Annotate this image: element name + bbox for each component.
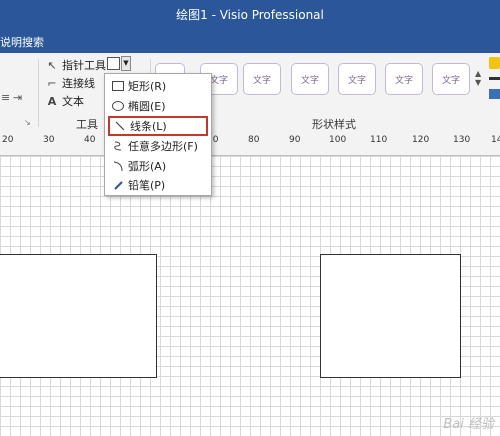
shape-style-button[interactable]: 文字 [291, 63, 329, 95]
text-tool-label: 文本 [62, 95, 84, 108]
rectangle-shape-right[interactable] [320, 254, 461, 378]
menu-item-line[interactable]: 线条(L) [108, 116, 208, 136]
menu-item-rectangle[interactable]: 矩形(R) [108, 77, 208, 95]
paragraph-launcher-icon[interactable]: ↘ [24, 118, 31, 127]
menu-item-ellipse[interactable]: 椭圆(E) [108, 97, 208, 115]
title-bar: 绘图1 - Visio Professional [0, 0, 500, 27]
drawing-canvas[interactable] [0, 156, 500, 436]
chevron-down-icon: ▼ [123, 59, 129, 67]
menu-item-label: 椭圆(E) [128, 100, 166, 113]
menu-item-label: 铅笔(P) [128, 179, 166, 192]
indent-icon[interactable]: ⇥ [13, 91, 22, 104]
shape-style-button[interactable]: 文字 [432, 63, 470, 95]
ribbon-separator [38, 59, 39, 127]
shape-style-button[interactable]: 文字 [243, 63, 281, 95]
ruler-label: 40 [84, 135, 96, 145]
tools-group-label: 工具 [76, 118, 98, 131]
freeform-icon [114, 141, 122, 151]
pointer-icon: ↖ [47, 58, 57, 72]
menu-item-pencil[interactable]: 铅笔(P) [108, 176, 208, 194]
shape-style-button[interactable]: 文字 [338, 63, 376, 95]
gallery-scroll-icon[interactable]: ▲ ▼ [475, 69, 481, 87]
menu-item-label: 矩形(R) [128, 80, 167, 93]
ruler-label: 100 [329, 135, 347, 145]
ruler-label: 90 [289, 135, 301, 145]
fill-icon[interactable] [489, 57, 500, 69]
line-color-icon[interactable] [489, 77, 500, 80]
drawing-tools-dropdown-button[interactable]: ▼ [121, 56, 131, 71]
pointer-tool-label: 指针工具 [62, 59, 106, 72]
menu-item-arc[interactable]: 弧形(A) [108, 157, 208, 175]
tell-me-search[interactable]: 说明搜索 [0, 34, 44, 50]
ruler-label: 14 [491, 135, 500, 145]
drawing-tools-menu: 矩形(R) 椭圆(E) 线条(L) 任意多边形(F) 弧形(A) 铅笔(P) [104, 73, 212, 196]
ellipse-icon [112, 101, 124, 111]
shape-styles-group-label: 形状样式 [312, 118, 356, 131]
arc-icon [113, 161, 123, 172]
horizontal-ruler: 20 30 40 50 60 70 80 90 100 110 120 130 … [0, 132, 500, 156]
ruler-label: 120 [412, 135, 430, 145]
connector-tool-label: 连接线 [62, 77, 95, 90]
pencil-icon [114, 181, 123, 190]
ruler-label: 80 [248, 135, 260, 145]
shape-style-button[interactable]: 文字 [385, 63, 423, 95]
ribbon: ≡ ⇥ ↖ 指针工具 ▼ ⌐ 连接线 A 文本 工具 ↘ 文字 文字 文字 文字… [0, 53, 500, 133]
menu-item-freeform[interactable]: 任意多边形(F) [108, 137, 208, 155]
line-icon [115, 121, 125, 131]
connector-tool[interactable]: ⌐ 连接线 [45, 75, 95, 91]
text-tool-icon: A [47, 94, 57, 108]
effects-icon[interactable] [489, 89, 500, 99]
menu-item-label: 线条(L) [130, 120, 167, 133]
rectangle-shape-left[interactable] [0, 254, 157, 378]
watermark: Bai 经验 [443, 417, 494, 432]
window-title: 绘图1 - Visio Professional [176, 8, 324, 22]
connector-icon: ⌐ [47, 76, 57, 90]
text-tool[interactable]: A 文本 [45, 93, 84, 109]
rectangle-tool-button[interactable] [107, 57, 120, 70]
menu-item-label: 弧形(A) [128, 160, 167, 173]
ruler-label: 20 [2, 135, 14, 145]
ruler-label: 30 [43, 135, 55, 145]
rectangle-icon [112, 81, 124, 91]
align-icon[interactable]: ≡ [1, 91, 10, 104]
ruler-label: 130 [453, 135, 471, 145]
pointer-tool[interactable]: ↖ 指针工具 [45, 57, 106, 73]
tell-me-bar: 说明搜索 [0, 27, 500, 53]
menu-item-label: 任意多边形(F) [128, 140, 198, 153]
ruler-label: 110 [370, 135, 388, 145]
